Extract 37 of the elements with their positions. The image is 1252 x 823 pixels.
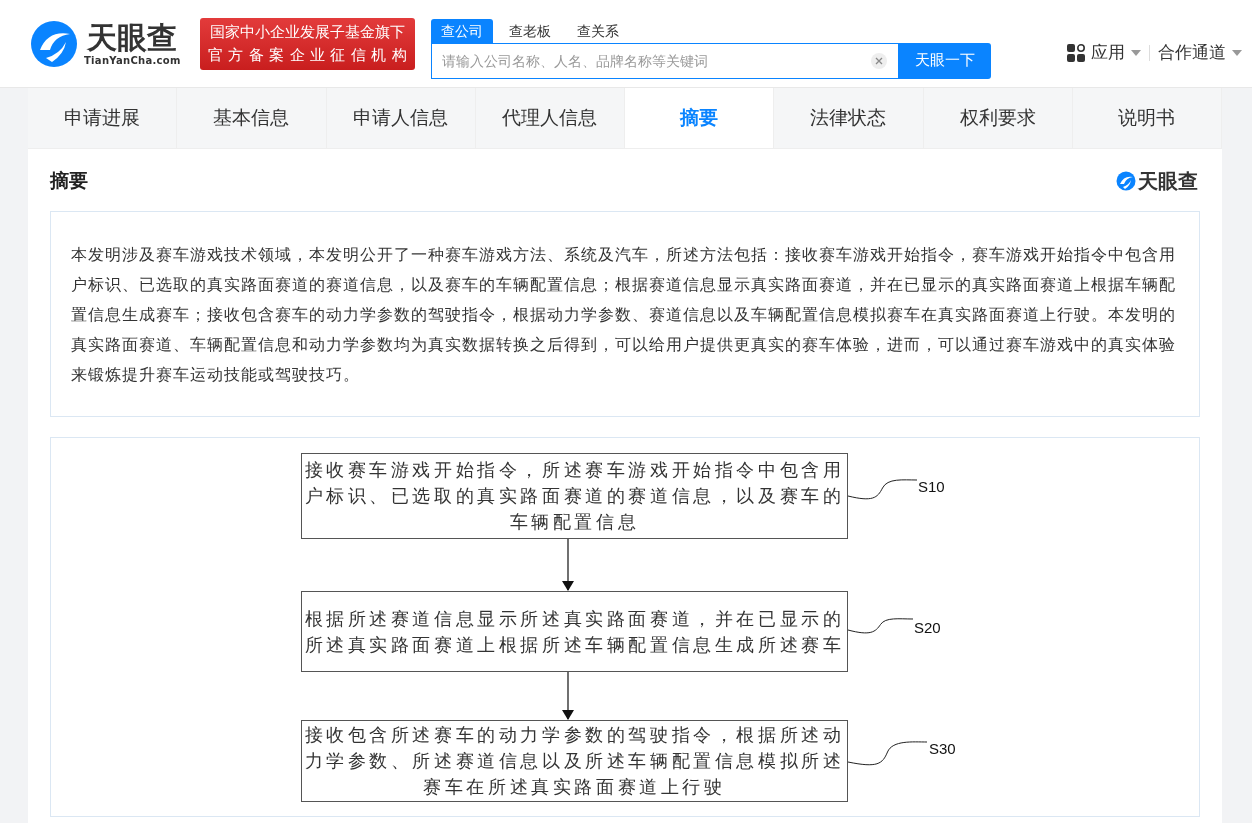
abstract-text: 本发明涉及赛车游戏技术领域，本发明公开了一种赛车游戏方法、系统及汽车，所述方法包括：接收赛车游戏开始指令，赛车游戏开始指令中包含用户标识、已选取的真实路面赛道的赛道信息，以及赛车的车辆配置信息；根据赛道信息显示真实路面赛道，并在已显示的真实路面赛道上根据车辆配置信息生成赛车；接收包含赛车的动力学参数的驾驶指令，根据动力学参数、赛道信息以及车辆配置信息模拟赛车在真实路面赛道上行驶。本发明的真实路面赛道、车辆配置信息和动力学参数均为真实数据转换之后得到，可以给用户提供更真实的赛车体验，进而，可以通过赛车游戏中的真实体验来锻炼提升赛车运动技能或驾驶技巧。 (71, 244, 1177, 386)
brand-name: 天眼查 (1138, 167, 1198, 195)
tab[interactable]: 申请进展 (28, 88, 178, 148)
tab[interactable]: 代理人信息 (475, 88, 625, 148)
slogan-text: 国家中小企业发展子基金旗下 (210, 21, 405, 43)
logo-domain: TianYanCha.com (84, 55, 181, 66)
slogan-text: 官方备案企业征信机构 (208, 44, 412, 66)
flow-arrow (562, 671, 574, 720)
tab[interactable]: 说明书 (1072, 88, 1222, 148)
flow-arrow (562, 538, 574, 591)
nav-menu[interactable]: 应用 (1067, 41, 1141, 64)
tab[interactable]: 基本信息 (177, 88, 327, 148)
search-button[interactable]: 天眼一下 (899, 42, 991, 79)
flow-step-text: 根据所述赛道信息显示所述真实路面赛道，并在已显示的所述真实路面赛道上根据所述车辆配置信息生成所述赛车 (304, 607, 845, 657)
logo-name: 天眼查 (87, 21, 178, 55)
step-label: S20 (914, 619, 941, 636)
leader-line (847, 479, 918, 500)
search-tab[interactable]: 查关系 (567, 18, 629, 43)
logo-icon (30, 19, 78, 68)
tab[interactable]: 申请人信息 (326, 88, 476, 148)
caret-icon (1131, 49, 1141, 56)
clear-icon (871, 52, 887, 69)
section-title: 摘要 (50, 168, 88, 193)
step-label: S10 (918, 478, 945, 495)
leader-line (847, 618, 914, 634)
search-tab[interactable]: 查老板 (499, 18, 561, 43)
nav-menu[interactable]: 合作通道 (1158, 41, 1242, 64)
tab[interactable]: 法律状态 (774, 88, 924, 148)
apps-grid-icon (1067, 43, 1085, 62)
caret-icon (1232, 49, 1242, 56)
search-field[interactable]: 请输入公司名称、人名、品牌名称等关键词 (431, 42, 899, 79)
flow-step-text: 接收包含所述赛车的动力学参数的驾驶指令，根据所述动力学参数、所述赛道信息以及所述车辆配置信息模拟所述赛车在所述真实路面赛道上行驶 (304, 724, 845, 799)
flow-step-text: 接收赛车游戏开始指令，所述赛车游戏开始指令中包含用户标识、已选取的真实路面赛道的赛道信息，以及赛车的车辆配置信息 (304, 459, 845, 534)
logo-icon (1116, 171, 1136, 191)
step-label: S30 (929, 740, 956, 757)
tab[interactable]: 权利要求 (923, 88, 1073, 148)
search-tab[interactable]: 查公司 (431, 18, 493, 43)
